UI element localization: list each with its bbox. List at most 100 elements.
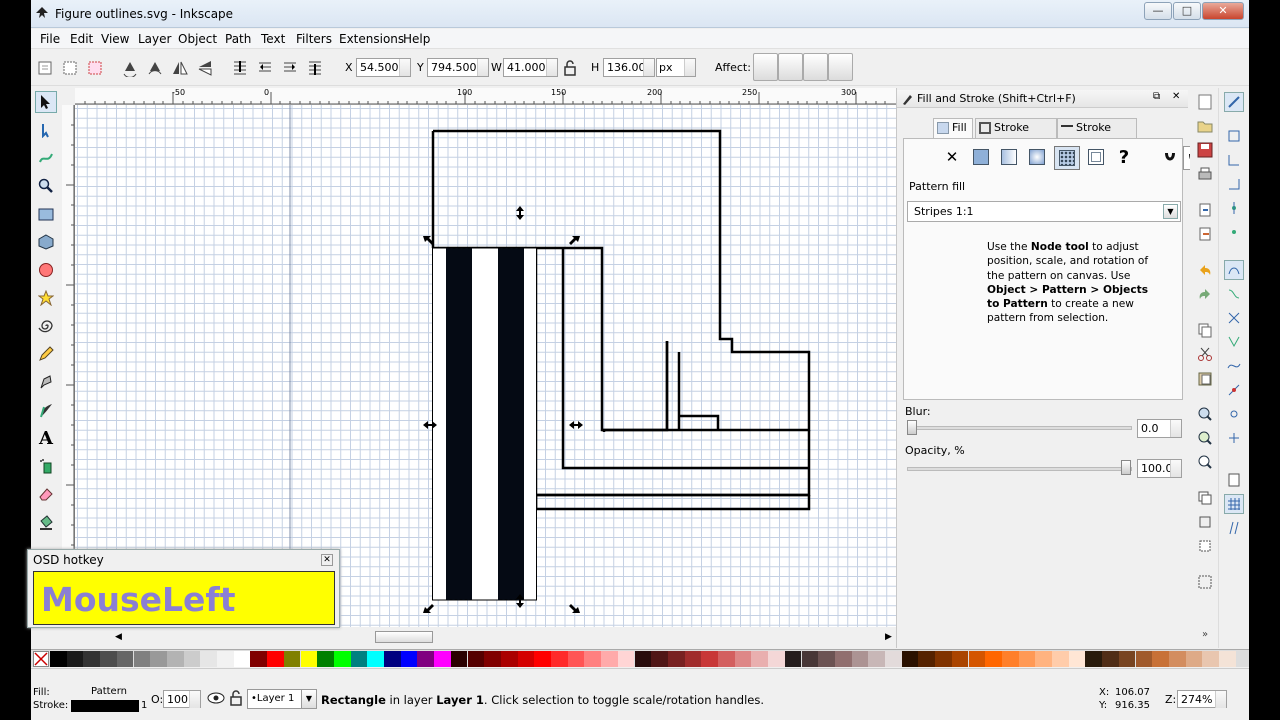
- menu-text[interactable]: Text: [261, 32, 285, 46]
- opacity-field[interactable]: 100.0: [1137, 459, 1182, 478]
- save-icon[interactable]: [1195, 140, 1215, 160]
- lock-icon[interactable]: [230, 690, 242, 706]
- menu-layer[interactable]: Layer: [138, 32, 171, 46]
- blur-slider[interactable]: [907, 426, 1132, 430]
- snap-object-center-icon[interactable]: [1224, 404, 1244, 424]
- menu-filters[interactable]: Filters: [296, 32, 332, 46]
- clone-icon[interactable]: [1195, 512, 1215, 532]
- menu-view[interactable]: View: [101, 32, 129, 46]
- lower-icon[interactable]: [279, 57, 301, 79]
- horizontal-scroll-thumb[interactable]: [375, 631, 433, 643]
- node-tool-icon[interactable]: [35, 119, 57, 141]
- menu-help[interactable]: Help: [403, 32, 430, 46]
- dialog-close-icon[interactable]: ✕: [1172, 91, 1180, 102]
- flip-horizontal-icon[interactable]: [169, 57, 191, 79]
- cut-icon[interactable]: [1195, 344, 1215, 364]
- palette-swatch[interactable]: [283, 651, 301, 667]
- spiral-tool-icon[interactable]: [35, 315, 57, 337]
- raise-to-top-icon[interactable]: [229, 57, 251, 79]
- palette-swatch[interactable]: [818, 651, 835, 667]
- palette-swatch[interactable]: [183, 651, 201, 667]
- opacity-slider-knob[interactable]: [1121, 460, 1131, 475]
- scale-stroke-toggle[interactable]: [753, 53, 778, 81]
- redo-icon[interactable]: [1195, 284, 1215, 304]
- palette-swatch[interactable]: [300, 651, 318, 667]
- w-field[interactable]: 41.000: [503, 58, 558, 77]
- paint-bucket-tool-icon[interactable]: [35, 511, 57, 533]
- palette-swatch[interactable]: [166, 651, 184, 667]
- palette-swatch[interactable]: [901, 651, 919, 667]
- palette-swatch[interactable]: [885, 651, 902, 667]
- radial-gradient-button[interactable]: [1026, 146, 1048, 168]
- zoom-tool-icon[interactable]: [35, 175, 57, 197]
- x-field[interactable]: 54.500: [356, 58, 411, 77]
- palette-swatch[interactable]: [734, 651, 752, 667]
- palette-swatch[interactable]: [250, 651, 268, 667]
- palette-swatch[interactable]: [1185, 651, 1203, 667]
- tab-stroke-style[interactable]: Stroke style: [1057, 118, 1137, 152]
- stroke-swatch[interactable]: [71, 700, 139, 712]
- palette-swatch[interactable]: [768, 651, 785, 667]
- palette-swatch[interactable]: [50, 651, 67, 667]
- transform-gradients-toggle[interactable]: [803, 53, 828, 81]
- palette-swatch[interactable]: [317, 651, 334, 667]
- snap-paths-icon[interactable]: [1224, 284, 1244, 304]
- evenodd-fill-button[interactable]: [1159, 146, 1181, 168]
- deselect-icon[interactable]: [84, 57, 106, 79]
- snap-page-icon[interactable]: [1224, 470, 1244, 490]
- palette-swatch[interactable]: [1085, 651, 1103, 667]
- chevron-down-icon[interactable]: ▼: [1163, 204, 1178, 219]
- spray-tool-icon[interactable]: [35, 455, 57, 477]
- snap-rotation-center-icon[interactable]: [1224, 428, 1244, 448]
- print-icon[interactable]: [1195, 164, 1215, 184]
- palette-swatch[interactable]: [985, 651, 1002, 667]
- pattern-button[interactable]: [1054, 146, 1080, 170]
- palette-swatch[interactable]: [1052, 651, 1069, 667]
- snap-bbox-center-icon[interactable]: [1224, 222, 1244, 242]
- palette-swatch[interactable]: [1219, 651, 1236, 667]
- palette-swatch[interactable]: [100, 651, 117, 667]
- snap-bbox-midpoint-icon[interactable]: [1224, 198, 1244, 218]
- text-tool-icon[interactable]: A: [35, 427, 57, 449]
- palette-swatch[interactable]: [1152, 651, 1169, 667]
- selector-tool-icon[interactable]: [35, 91, 57, 113]
- zoom-field[interactable]: 274%: [1177, 690, 1227, 708]
- calligraphy-tool-icon[interactable]: [35, 399, 57, 421]
- undo-icon[interactable]: [1195, 260, 1215, 280]
- lower-to-bottom-icon[interactable]: [304, 57, 326, 79]
- palette-swatch[interactable]: [133, 651, 151, 667]
- palette-swatch[interactable]: [517, 651, 535, 667]
- eraser-tool-icon[interactable]: [35, 483, 57, 505]
- palette-swatch[interactable]: [617, 651, 635, 667]
- rotate-cw-icon[interactable]: [144, 57, 166, 79]
- palette-swatch[interactable]: [484, 651, 501, 667]
- palette-swatch[interactable]: [1118, 651, 1136, 667]
- ellipse-tool-icon[interactable]: [35, 259, 57, 281]
- palette-swatch[interactable]: [467, 651, 485, 667]
- palette-swatch[interactable]: [1168, 651, 1186, 667]
- palette-swatch[interactable]: [500, 651, 518, 667]
- palette-swatch[interactable]: [350, 651, 368, 667]
- palette-swatch[interactable]: [834, 651, 852, 667]
- palette-swatch[interactable]: [634, 651, 652, 667]
- transform-patterns-toggle[interactable]: [828, 53, 853, 81]
- zoom-drawing-icon[interactable]: [1195, 428, 1215, 448]
- duplicate-icon[interactable]: [1195, 488, 1215, 508]
- menu-extensions[interactable]: Extensions: [339, 32, 404, 46]
- palette-swatch[interactable]: [150, 651, 167, 667]
- rectangle-tool-icon[interactable]: [35, 203, 57, 225]
- palette-swatch[interactable]: [601, 651, 618, 667]
- palette-swatch[interactable]: [1018, 651, 1036, 667]
- layer-select-chevron-icon[interactable]: ▼: [301, 689, 317, 709]
- snap-cusp-icon[interactable]: [1224, 332, 1244, 352]
- palette-swatch[interactable]: [534, 651, 551, 667]
- horizontal-scrollbar[interactable]: ◀ ▶: [75, 628, 897, 646]
- palette-swatch[interactable]: [667, 651, 685, 667]
- lock-ratio-icon[interactable]: [559, 57, 581, 79]
- paste-icon[interactable]: [1195, 368, 1215, 388]
- palette-swatch[interactable]: [584, 651, 602, 667]
- palette-swatch[interactable]: [116, 651, 134, 667]
- palette-swatch[interactable]: [851, 651, 869, 667]
- rotate-ccw-icon[interactable]: [119, 57, 141, 79]
- pen-tool-icon[interactable]: [35, 371, 57, 393]
